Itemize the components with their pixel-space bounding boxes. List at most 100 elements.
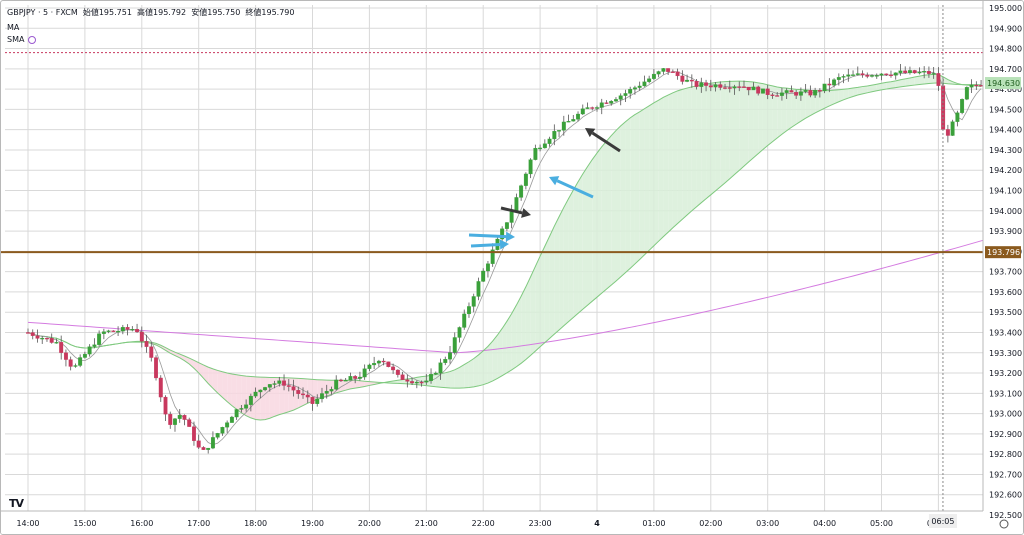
candle-body [210,437,215,449]
candle-body [49,338,54,343]
ma-cloud-segment [601,141,607,294]
level-price-label: 193.796 [987,248,1020,257]
candle-body [357,376,362,379]
ma-cloud-segment [701,83,707,203]
candle-body [756,86,761,94]
candle-body [395,369,400,375]
candle-body [244,404,249,409]
ma-cloud-segment [587,159,593,306]
candle-body [765,88,770,95]
candle-body [372,363,377,366]
ma-cloud-segment [687,86,692,215]
x-tick-label: 01:00 [642,519,665,528]
y-tick-label: 193.200 [989,369,1022,378]
candle-body [215,433,220,438]
sma-indicator-row[interactable]: SMA [7,35,37,44]
candle-body [576,113,580,120]
candle-body [111,330,116,332]
candle-body [803,90,808,92]
candle-body [813,90,818,96]
ma-cloud-segment [649,102,654,251]
candle-body [628,89,633,94]
candle-body [144,341,149,347]
candle-body [566,120,571,123]
candle-body [675,71,680,77]
candle-body [414,381,419,384]
ma-cloud-segment [786,88,792,131]
ma-cloud-segment [511,305,517,370]
candle-body [471,296,476,307]
ma-cloud-segment [748,81,754,162]
y-tick-label: 192.700 [989,470,1022,479]
candle-body [381,360,386,363]
candle-body [286,385,291,387]
candle-body [433,372,438,375]
y-tick-label: 192.600 [989,491,1022,500]
candle-body [794,92,799,96]
candle-body [177,415,182,419]
candle-body [139,331,144,342]
arrow-shaft [470,242,501,248]
candle-body [376,360,381,364]
candle-body [504,222,509,229]
candle-body [761,88,765,94]
x-tick-label: 18:00 [244,519,267,528]
candle-body [462,313,467,328]
ma-cloud-segment [592,153,597,302]
candle-body [163,396,168,415]
candle-body [277,380,282,384]
tradingview-logo-icon: TV [9,497,25,510]
ma-cloud-segment [715,81,721,191]
candle-body [438,362,443,374]
ma-cloud-segment [620,121,626,277]
candle-body [305,394,310,398]
candle-body [30,332,35,336]
candle-body [443,359,448,363]
candle-body [708,85,713,88]
ma-cloud-segment [672,90,678,228]
candle-body [960,99,965,113]
candle-body [97,333,102,345]
candle-body [879,73,884,76]
candle-body [912,70,917,74]
ma-cloud-segment [630,114,635,269]
ma-cloud-segment [487,341,493,384]
candle-body [234,409,239,418]
candle-body [101,331,106,334]
candle-body [239,408,244,410]
candle-body [301,393,305,396]
x-tick-label: 22:00 [472,519,495,528]
candle-body [40,337,45,340]
arrow-shaft [468,233,507,239]
x-tick-label: 21:00 [415,519,438,528]
candle-body [746,86,751,91]
candle-body [116,330,121,333]
ma-cloud-segment [227,372,232,406]
candle-body [258,389,263,393]
candle-body [59,342,64,353]
ma-cloud-segment [535,256,541,352]
ma-cloud-segment [497,328,503,379]
candle-body [908,70,912,74]
ma-indicator-label[interactable]: MA [7,23,19,32]
candle-body [870,75,874,77]
candle-body [514,197,519,212]
candlestick-chart[interactable]: 195.000194.900194.800194.700194.600194.5… [1,1,1023,534]
candle-body [542,143,547,149]
ma-cloud-segment [540,246,545,347]
x-tick-label: 14:00 [16,519,39,528]
candle-body [604,102,609,104]
y-tick-label: 192.900 [989,430,1022,439]
ma-cloud-segment [208,367,213,389]
candle-body [898,70,903,73]
ma-cloud-segment [355,380,360,389]
candle-body [889,74,893,77]
candle-body [538,147,543,150]
candle-body [656,71,661,75]
candle-body [922,70,927,73]
arrow-head [521,208,531,218]
candle-body [950,121,955,136]
candle-body [832,79,837,86]
gear-icon[interactable] [28,35,37,44]
candle-body [135,329,140,333]
